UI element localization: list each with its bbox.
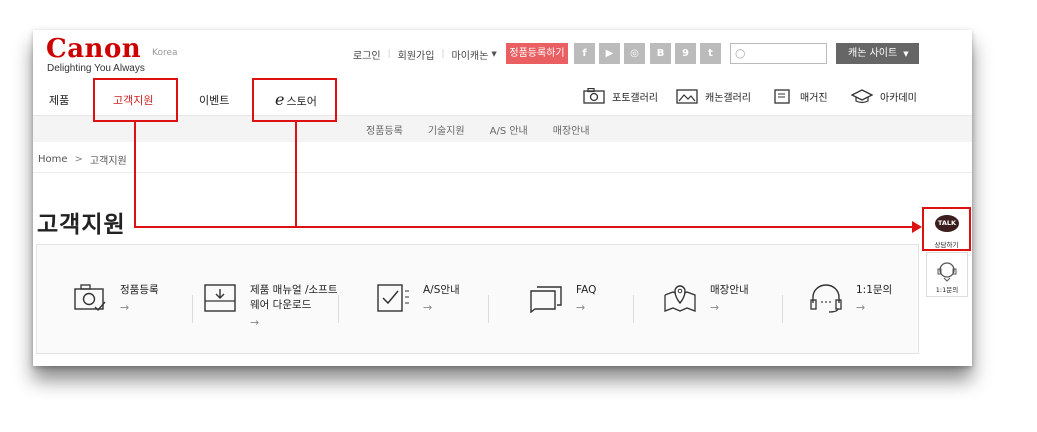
search-input[interactable]: ○ [730, 43, 827, 64]
breadcrumb-current: 고객지원 [89, 156, 127, 167]
divider [33, 172, 972, 173]
mypage-dropdown[interactable]: 마이캐논 ▼ [452, 47, 497, 62]
logo-tagline: Delighting You Always [47, 63, 145, 74]
service-label: 매장안내 [710, 284, 749, 296]
camera-icon [583, 88, 605, 104]
arrow-right-icon: → [856, 301, 866, 314]
page-title: 고객지원 [37, 212, 126, 238]
headset-icon [810, 284, 842, 313]
nav-events[interactable]: 이벤트 [199, 92, 229, 108]
map-pin-icon [664, 285, 696, 312]
gallery-picture-icon [676, 89, 698, 104]
annotation-box-support [93, 78, 178, 122]
service-label: FAQ [576, 284, 597, 296]
subnav-as-guide[interactable]: A/S 안내 [490, 122, 528, 137]
blog-icon[interactable]: B [650, 43, 671, 64]
talk-consult-label: 상담하기 [934, 241, 959, 249]
region-label: Korea [152, 48, 178, 58]
arrow-right-icon: → [576, 301, 586, 314]
breadcrumb-home[interactable]: Home [38, 154, 68, 165]
chevron-down-icon: ▼ [491, 50, 497, 58]
service-label: 1:1문의 [856, 284, 893, 296]
graduation-cap-icon [851, 89, 873, 104]
divider [633, 295, 634, 323]
chat-bubbles-icon [530, 286, 562, 313]
arrow-right-icon: → [710, 301, 720, 314]
one-on-one-inquiry-button[interactable]: 1:1문의 [926, 252, 968, 297]
login-link[interactable]: 로그인 [353, 47, 381, 62]
facebook-icon[interactable]: f [574, 43, 595, 64]
service-label: A/S안내 [423, 284, 460, 296]
nav-canon-gallery[interactable]: 캐논갤러리 [676, 88, 751, 104]
canon-logo[interactable]: Canon [46, 34, 141, 64]
annotation-arrowhead-icon [912, 221, 922, 233]
subnav-links: 정품등록 기술지원 A/S 안내 매장안내 [366, 122, 615, 137]
support-services-panel [36, 244, 919, 354]
subnav-register[interactable]: 정품등록 [366, 122, 403, 137]
checklist-icon [377, 284, 409, 312]
service-one-on-one[interactable]: 1:1문의 → [809, 283, 892, 314]
subnav-store-guide[interactable]: 매장안내 [553, 122, 590, 137]
nav-magazine[interactable]: 매거진 [773, 88, 828, 104]
camera-check-icon [74, 284, 106, 312]
service-label-line2: 웨어 다운로드 [250, 299, 312, 311]
canon-sites-dropdown[interactable]: 캐논 사이트 ▼ [836, 43, 919, 64]
magazine-label: 매거진 [800, 92, 828, 104]
instagram-icon[interactable]: ◎ [624, 43, 645, 64]
arrow-right-icon: → [423, 301, 433, 314]
divider [192, 295, 193, 323]
download-tray-icon [204, 284, 236, 312]
product-register-button[interactable]: 정품등록하기 [506, 43, 568, 64]
kakao-talk-consult-button[interactable]: TALK 상담하기 [922, 207, 971, 251]
service-as-guide[interactable]: A/S안내 → [376, 283, 460, 314]
canon-sites-label: 캐논 사이트 [848, 48, 898, 59]
one-on-one-label: 1:1문의 [935, 286, 959, 294]
annotation-box-estore [252, 78, 337, 122]
mypage-label: 마이캐논 [451, 50, 489, 62]
divider: | [441, 49, 445, 59]
chevron-right-icon: > [74, 154, 83, 165]
signup-link[interactable]: 회원가입 [398, 47, 435, 62]
breadcrumb: Home > 고객지원 [38, 152, 127, 167]
twitter-icon[interactable]: t [700, 43, 721, 64]
annotation-line [295, 122, 297, 228]
utility-links: 로그인 | 회원가입 | 마이캐논 ▼ [353, 46, 497, 62]
service-faq[interactable]: FAQ → [529, 283, 596, 314]
chevron-down-icon: ▼ [903, 50, 909, 58]
service-label: 정품등록 [120, 284, 159, 296]
search-icon: ○ [735, 46, 746, 60]
divider [488, 295, 489, 323]
service-manual-download[interactable]: 제품 매뉴얼 /소프트 웨어 다운로드 → [203, 283, 338, 329]
nav-products[interactable]: 제품 [49, 92, 69, 108]
photo-gallery-label: 포토갤러리 [612, 92, 658, 104]
youtube-icon[interactable]: ▶ [599, 43, 620, 64]
divider [782, 295, 783, 323]
annotation-line [134, 226, 914, 228]
service-store-guide[interactable]: 매장안내 → [663, 283, 749, 314]
magazine-book-icon [774, 89, 790, 104]
headset-chat-icon [937, 262, 957, 282]
annotation-line [134, 122, 136, 228]
kakao-talk-icon: TALK [935, 215, 959, 232]
divider: | [387, 49, 391, 59]
arrow-right-icon: → [120, 301, 130, 314]
service-register[interactable]: 정품등록 → [73, 283, 159, 314]
divider [338, 295, 339, 323]
kakaostory-icon[interactable]: 9 [675, 43, 696, 64]
nav-academy[interactable]: 아카데미 [851, 88, 917, 104]
canon-gallery-label: 캐논갤러리 [705, 92, 751, 104]
arrow-right-icon: → [250, 316, 260, 329]
nav-photo-gallery[interactable]: 포토갤러리 [583, 88, 658, 104]
subnav-tech-support[interactable]: 기술지원 [428, 122, 465, 137]
service-label: 제품 매뉴얼 /소프트 [250, 284, 338, 296]
academy-label: 아카데미 [880, 92, 917, 104]
